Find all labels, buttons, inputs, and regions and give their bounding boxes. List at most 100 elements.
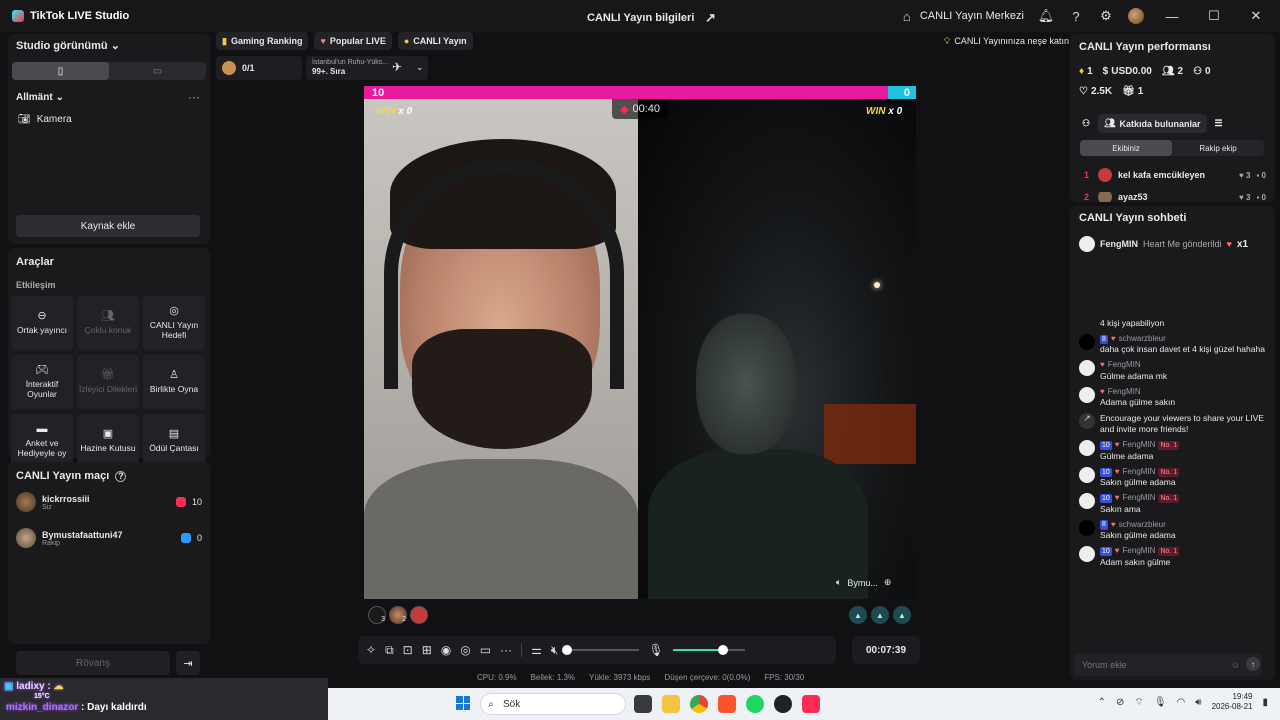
- tool-tile[interactable]: ⊖ Ortak yayıncı: [11, 296, 73, 350]
- chat-message[interactable]: 8 ♥ schwarzbleur Sakın gülme adama: [1079, 519, 1271, 541]
- user-settings-icon[interactable]: ⚇: [1082, 118, 1090, 129]
- mic-knob[interactable]: [718, 645, 729, 655]
- chrome-icon[interactable]: [690, 695, 708, 713]
- studio-view-title[interactable]: Studio görünümü ⌄: [16, 39, 120, 52]
- chat-message[interactable]: ↗ Encourage your viewers to share your LI…: [1079, 413, 1271, 435]
- share-icon[interactable]: ↗: [702, 10, 718, 26]
- avatar[interactable]: 3: [368, 606, 386, 624]
- chat-message[interactable]: ♥ FengMIN Gülme adama mk: [1079, 360, 1271, 381]
- avatar[interactable]: [410, 606, 428, 624]
- maximize-button[interactable]: ☐: [1200, 8, 1228, 24]
- volume-icon[interactable]: 🔊︎: [1195, 697, 1201, 708]
- source-camera[interactable]: 📷︎ Kamera: [18, 114, 72, 125]
- network-icon[interactable]: ⌔: [1134, 696, 1143, 709]
- chat-message[interactable]: 4 kişi yapabiliyon: [1079, 318, 1271, 329]
- task-view-icon[interactable]: [634, 695, 652, 713]
- chat-username[interactable]: FengMIN: [1108, 387, 1141, 397]
- rematch-button[interactable]: Rövanş: [16, 651, 170, 675]
- tool-tile[interactable]: 🎁︎ İzleyici Dilekleri: [77, 355, 139, 409]
- add-scene-icon[interactable]: ⊞: [422, 643, 432, 657]
- contributor-row[interactable]: 2 ayaz53 ♥ 3 ▪ 0: [1084, 192, 1266, 202]
- clip-icon[interactable]: ◎: [460, 643, 470, 657]
- tool-tile[interactable]: 👥︎ Çoklu konuk: [77, 296, 139, 350]
- mixer-icon[interactable]: ⚌: [531, 643, 542, 657]
- add-icon[interactable]: ⊕: [884, 577, 892, 588]
- rank-progress[interactable]: 0/1: [216, 56, 302, 80]
- video-icon[interactable]: ▭: [480, 643, 491, 657]
- tool-tile[interactable]: ◎ CANLI Yayın Hedefi: [143, 296, 205, 350]
- tool-tile[interactable]: ▤ Ödül Çantası: [143, 414, 205, 468]
- tiktok-studio-icon[interactable]: [802, 695, 820, 713]
- tool-tile[interactable]: ▬ Anket ve Hediyeyle oy: [11, 414, 73, 468]
- contributor-row[interactable]: 1 kel kafa emcükleyen ♥ 3 ▪ 0: [1084, 168, 1266, 182]
- comment-input[interactable]: Yorum ekle ☺: [1074, 654, 1262, 676]
- chat-message[interactable]: 10 ♥ FengMIN No. 1 Adam sakın gülme: [1079, 546, 1271, 567]
- chat-username[interactable]: schwarzbleur: [1119, 334, 1166, 344]
- mic-slider[interactable]: [672, 645, 745, 655]
- tool-tile[interactable]: ♙ Birlikte Oyna: [143, 355, 205, 409]
- speaker-icon[interactable]: 🔈︎: [836, 577, 841, 588]
- chat-message[interactable]: 10 ♥ FengMIN No. 1 Sakın gülme adama: [1079, 466, 1271, 488]
- chat-username[interactable]: FengMIN: [1123, 467, 1156, 477]
- chat-username[interactable]: FengMIN: [1108, 360, 1141, 370]
- more-icon[interactable]: ···: [500, 643, 512, 657]
- send-icon[interactable]: ↑: [1246, 657, 1260, 671]
- close-button[interactable]: ✕: [1242, 8, 1270, 24]
- tip-banner[interactable]: 💡︎ CANLI Yayınınıza neşe katın: [940, 32, 1073, 50]
- wifi-icon[interactable]: ◠: [1177, 697, 1186, 708]
- tab-rival-team[interactable]: Rakip ekip: [1172, 140, 1264, 156]
- popular-live-chip[interactable]: ♥ Popular LIVE: [314, 32, 392, 50]
- exit-match-button[interactable]: ⇥: [176, 651, 200, 675]
- record-icon[interactable]: ◉: [441, 643, 451, 657]
- clock[interactable]: 19:49 2026-08-21: [1212, 692, 1253, 713]
- portrait-option[interactable]: ▯: [12, 62, 109, 80]
- scene-selector[interactable]: Allmänt ⌄: [16, 92, 64, 103]
- chat-message[interactable]: ♥ FengMIN Adama gülme sakın: [1079, 386, 1271, 408]
- steam-icon[interactable]: [774, 695, 792, 713]
- bell-icon[interactable]: 🔔︎: [1038, 8, 1055, 24]
- live-preview[interactable]: 10 0 WIN x 0 WIN x 0 ◆ 00:40 🔈︎ Bymu... …: [364, 86, 916, 599]
- chevron-up-icon[interactable]: ⌃: [1098, 697, 1106, 708]
- screenshot-icon[interactable]: ⊡: [403, 643, 413, 657]
- opponent-audio[interactable]: 🔈︎ Bymu... ⊕: [836, 577, 891, 588]
- avatar[interactable]: [1128, 8, 1144, 24]
- camera-off-icon[interactable]: ⊘: [1116, 697, 1124, 708]
- gaming-ranking-chip[interactable]: ▮ Gaming Ranking: [216, 32, 309, 50]
- tool-tile[interactable]: 🎮︎ İnteraktif Oyunlar: [11, 355, 73, 409]
- microphone-icon[interactable]: 🎙︎: [648, 643, 663, 657]
- gear-icon[interactable]: ⚙: [1098, 8, 1114, 24]
- tab-your-team[interactable]: Ekibiniz: [1080, 140, 1172, 156]
- chat-message[interactable]: 10 ♥ FengMIN No. 1 Gülme adama: [1079, 440, 1271, 461]
- chat-message[interactable]: 8 ♥ schwarzbleur daha çok insan davet et 4 …: [1079, 334, 1271, 355]
- more-icon[interactable]: ···: [188, 90, 200, 104]
- chat-username[interactable]: FengMIN: [1123, 440, 1156, 450]
- avatar[interactable]: 2: [389, 606, 407, 624]
- notification-icon[interactable]: ▮: [1262, 697, 1268, 708]
- live-center-link[interactable]: ⌂ CANLI Yayın Merkezi: [899, 8, 1024, 24]
- help-icon[interactable]: ?: [115, 470, 127, 482]
- canli-yayin-chip[interactable]: ● CANLI Yayın: [397, 32, 473, 50]
- spotify-icon[interactable]: [746, 695, 764, 713]
- volume-slider[interactable]: [562, 645, 640, 655]
- file-explorer-icon[interactable]: [662, 695, 680, 713]
- chat-username[interactable]: FengMIN: [1123, 546, 1156, 556]
- microphone-icon[interactable]: 🎙︎: [1154, 697, 1167, 708]
- volume-knob[interactable]: [562, 645, 573, 655]
- live-info-title[interactable]: CANLI Yayın bilgileri ↗: [587, 10, 718, 26]
- taskbar-search[interactable]: ⌕ Sök: [480, 693, 626, 715]
- magic-wand-icon[interactable]: ✧: [366, 643, 376, 657]
- chat-message[interactable]: 10 ♥ FengMIN No. 1 Sakın ama: [1079, 493, 1271, 514]
- brave-icon[interactable]: [718, 695, 736, 713]
- tool-tile[interactable]: ▣ Hazine Kutusu: [77, 414, 139, 468]
- effects-icon[interactable]: ⧉: [385, 643, 394, 658]
- minimize-button[interactable]: —: [1158, 9, 1186, 24]
- chat-username[interactable]: FengMIN: [1123, 493, 1156, 503]
- contributors-button[interactable]: 👥︎ Katkıda bulunanlar: [1098, 114, 1207, 133]
- add-source-button[interactable]: Kaynak ekle: [16, 215, 200, 237]
- chat-username[interactable]: schwarzbleur: [1119, 520, 1166, 530]
- speaker-muted-icon[interactable]: 🔇︎: [551, 643, 559, 658]
- emoji-icon[interactable]: ☺: [1231, 660, 1240, 670]
- regional-rank[interactable]: İstanbul'un Ruhu-Yüks... 99+. Sıra ✈ ⌄: [306, 56, 428, 80]
- landscape-option[interactable]: ▭: [109, 62, 206, 80]
- windows-start-icon[interactable]: [456, 696, 470, 710]
